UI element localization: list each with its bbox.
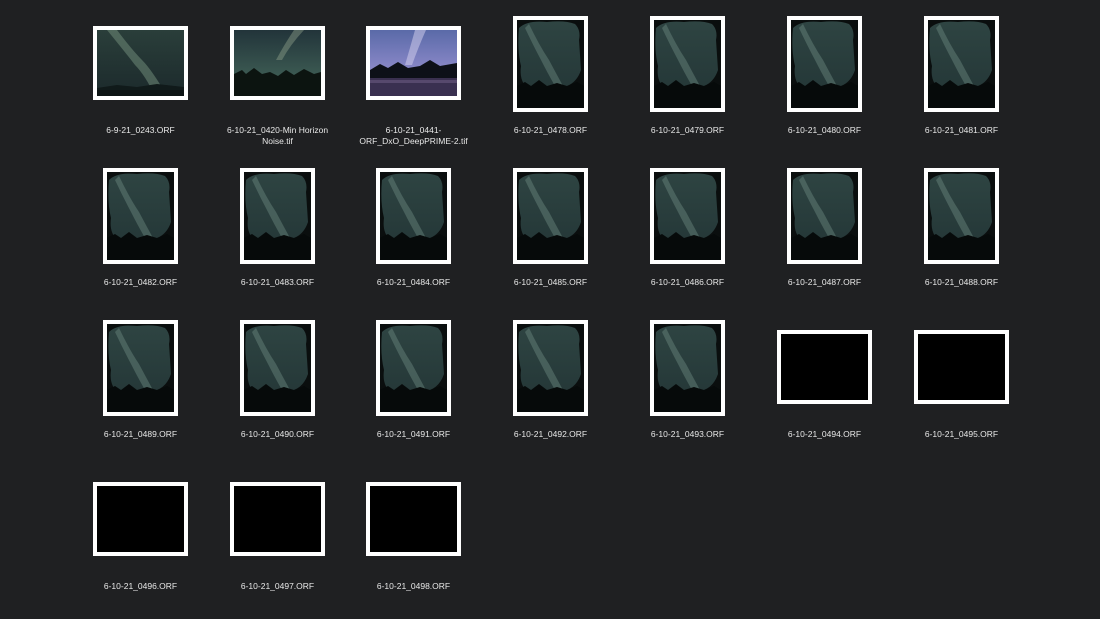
photo-thumbnail[interactable] [240, 168, 315, 264]
photo-thumbnail[interactable] [513, 168, 588, 264]
file-name[interactable]: 6-10-21_0480.ORF [756, 125, 893, 136]
file-name[interactable]: 6-10-21_0484.ORF [345, 277, 482, 288]
file-item[interactable]: 6-10-21_0488.ORF [893, 168, 1030, 320]
photo-thumbnail[interactable] [924, 168, 999, 264]
file-name[interactable]: 6-10-21_0489.ORF [72, 429, 209, 440]
photo-thumbnail[interactable] [103, 168, 178, 264]
file-name[interactable]: 6-10-21_0496.ORF [72, 581, 209, 592]
photo-thumbnail[interactable] [366, 26, 461, 100]
file-name[interactable]: 6-10-21_0493.ORF [619, 429, 756, 440]
file-name[interactable]: 6-10-21_0495.ORF [893, 429, 1030, 440]
file-thumbnail-area [619, 16, 756, 116]
photo-thumbnail[interactable] [924, 16, 999, 112]
file-name[interactable]: 6-10-21_0490.ORF [209, 429, 346, 440]
photo-thumbnail[interactable] [650, 16, 725, 112]
file-item[interactable]: 6-10-21_0490.ORF [209, 320, 346, 472]
photo-thumbnail[interactable] [777, 330, 872, 404]
file-item[interactable]: 6-10-21_0494.ORF [756, 320, 893, 472]
file-thumbnail-area [893, 168, 1030, 268]
photo-thumbnail[interactable] [787, 168, 862, 264]
file-thumbnail-area [619, 320, 756, 420]
photo-thumbnail[interactable] [103, 320, 178, 416]
file-thumbnail-area [72, 320, 209, 420]
file-item[interactable]: 6-10-21_0493.ORF [619, 320, 756, 472]
file-name[interactable]: 6-10-21_0488.ORF [893, 277, 1030, 288]
file-thumbnail-area [345, 168, 482, 268]
file-thumbnail-area [209, 472, 346, 572]
file-name[interactable]: 6-10-21_0494.ORF [756, 429, 893, 440]
file-name[interactable]: 6-10-21_0485.ORF [482, 277, 619, 288]
file-item[interactable]: 6-10-21_0486.ORF [619, 168, 756, 320]
file-thumbnail-area [756, 320, 893, 420]
file-item[interactable]: 6-10-21_0492.ORF [482, 320, 619, 472]
file-thumbnail-area [209, 168, 346, 268]
file-thumbnail-area [209, 320, 346, 420]
file-name[interactable]: 6-10-21_0498.ORF [345, 581, 482, 592]
file-item[interactable]: 6-10-21_0483.ORF [209, 168, 346, 320]
file-thumbnail-area [893, 320, 1030, 420]
file-thumbnail-area [893, 16, 1030, 116]
file-item[interactable]: 6-10-21_0478.ORF [482, 16, 619, 168]
file-item[interactable]: 6-10-21_0420-Min Horizon Noise.tif [209, 16, 346, 168]
file-item[interactable]: 6-10-21_0495.ORF [893, 320, 1030, 472]
photo-thumbnail[interactable] [93, 482, 188, 556]
file-thumbnail-area [619, 168, 756, 268]
photo-thumbnail[interactable] [376, 168, 451, 264]
file-item[interactable]: 6-10-21_0479.ORF [619, 16, 756, 168]
file-item[interactable]: 6-10-21_0481.ORF [893, 16, 1030, 168]
file-name[interactable]: 6-10-21_0486.ORF [619, 277, 756, 288]
file-name[interactable]: 6-10-21_0481.ORF [893, 125, 1030, 136]
file-name[interactable]: 6-10-21_0483.ORF [209, 277, 346, 288]
file-thumbnail-area [209, 16, 346, 116]
photo-thumbnail[interactable] [376, 320, 451, 416]
file-name[interactable]: 6-10-21_0420-Min Horizon Noise.tif [209, 125, 346, 147]
photo-thumbnail[interactable] [366, 482, 461, 556]
file-thumbnail-area [482, 168, 619, 268]
file-name[interactable]: 6-10-21_0478.ORF [482, 125, 619, 136]
file-item[interactable]: 6-10-21_0491.ORF [345, 320, 482, 472]
file-thumbnail-area [756, 16, 893, 116]
file-thumbnail-area [345, 16, 482, 116]
file-item[interactable]: 6-10-21_0484.ORF [345, 168, 482, 320]
file-thumbnail-area [345, 472, 482, 572]
file-name[interactable]: 6-10-21_0491.ORF [345, 429, 482, 440]
file-name[interactable]: 6-10-21_0441- ORF_DxO_DeepPRIME-2.tif [345, 125, 482, 147]
file-item[interactable]: 6-10-21_0482.ORF [72, 168, 209, 320]
file-thumbnail-area [482, 320, 619, 420]
file-item[interactable]: 6-10-21_0497.ORF [209, 472, 346, 619]
file-thumbnail-area [72, 472, 209, 572]
file-thumbnail-area [482, 16, 619, 116]
photo-thumbnail[interactable] [513, 320, 588, 416]
file-thumbnail-area [72, 16, 209, 116]
file-item[interactable]: 6-10-21_0441- ORF_DxO_DeepPRIME-2.tif [345, 16, 482, 168]
file-item[interactable]: 6-10-21_0496.ORF [72, 472, 209, 619]
photo-thumbnail[interactable] [93, 26, 188, 100]
file-name[interactable]: 6-10-21_0487.ORF [756, 277, 893, 288]
photo-thumbnail[interactable] [787, 16, 862, 112]
file-thumbnail-area [72, 168, 209, 268]
file-icon-grid: 6-9-21_0243.ORF 6-10-21_0420-Min Horizon… [0, 0, 1100, 619]
file-name[interactable]: 6-10-21_0492.ORF [482, 429, 619, 440]
file-thumbnail-area [345, 320, 482, 420]
file-name[interactable]: 6-10-21_0479.ORF [619, 125, 756, 136]
photo-thumbnail[interactable] [914, 330, 1009, 404]
photo-thumbnail[interactable] [513, 16, 588, 112]
photo-thumbnail[interactable] [230, 482, 325, 556]
file-item[interactable]: 6-10-21_0487.ORF [756, 168, 893, 320]
photo-thumbnail[interactable] [650, 320, 725, 416]
file-item[interactable]: 6-10-21_0489.ORF [72, 320, 209, 472]
file-item[interactable]: 6-9-21_0243.ORF [72, 16, 209, 168]
file-name[interactable]: 6-9-21_0243.ORF [72, 125, 209, 136]
photo-thumbnail[interactable] [230, 26, 325, 100]
file-thumbnail-area [756, 168, 893, 268]
photo-thumbnail[interactable] [240, 320, 315, 416]
file-name[interactable]: 6-10-21_0497.ORF [209, 581, 346, 592]
file-name[interactable]: 6-10-21_0482.ORF [72, 277, 209, 288]
file-item[interactable]: 6-10-21_0480.ORF [756, 16, 893, 168]
file-item[interactable]: 6-10-21_0485.ORF [482, 168, 619, 320]
file-item[interactable]: 6-10-21_0498.ORF [345, 472, 482, 619]
photo-thumbnail[interactable] [650, 168, 725, 264]
